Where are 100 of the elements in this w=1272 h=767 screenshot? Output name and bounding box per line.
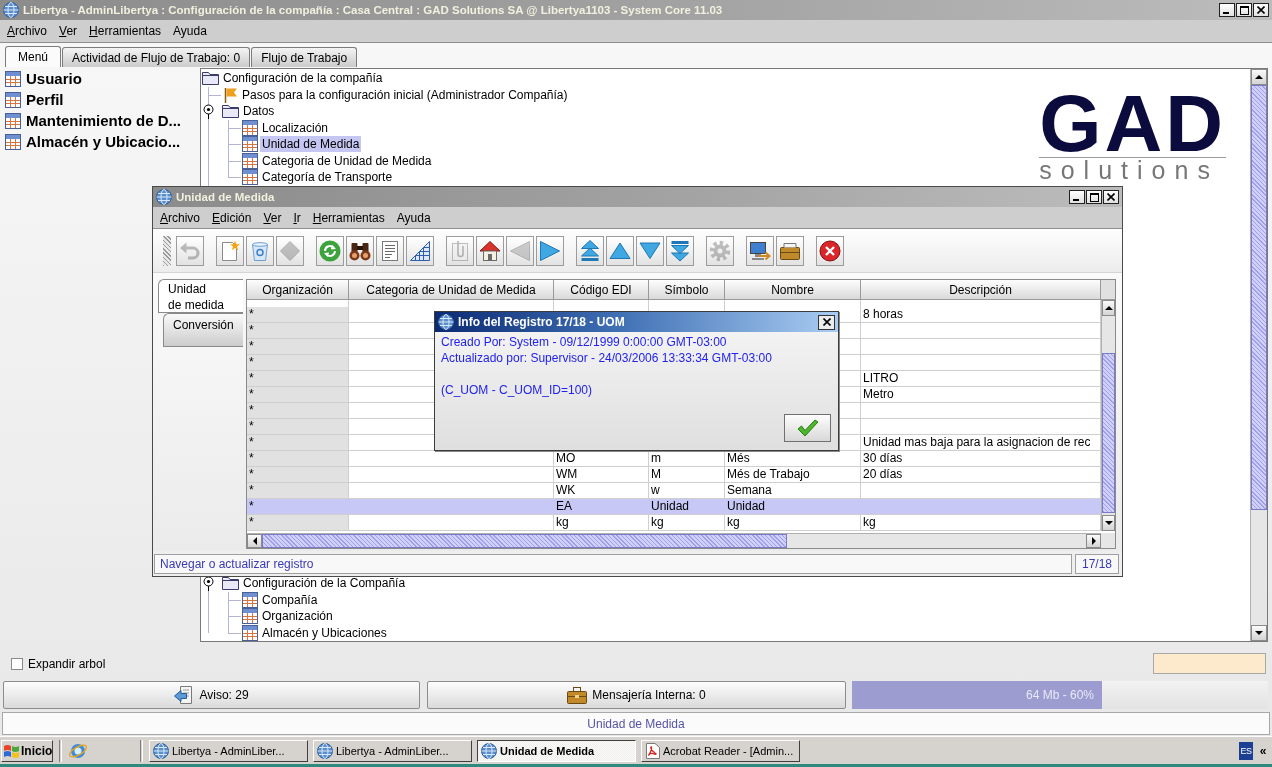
scroll-down-button[interactable]	[1102, 515, 1115, 531]
table-cell-text: Més	[726, 451, 751, 466]
sidebar-item[interactable]: Almacén y Ubicacio...	[0, 131, 181, 152]
menu-item[interactable]: Edición	[206, 210, 258, 225]
audit-text: Creado Por: System - 09/12/1999 0:00:00 GMT-03:00	[441, 334, 727, 350]
paperclip-icon	[449, 239, 471, 262]
up-arrow-icon	[1104, 306, 1113, 310]
taskbar-button[interactable]: Unidad de Medida	[477, 739, 636, 762]
scroll-right-button[interactable]	[1086, 534, 1101, 548]
tree-item[interactable]: Configuración de la compañía	[221, 70, 385, 87]
scrollbar-thumb[interactable]	[262, 534, 787, 548]
table-cell-text: Unidad	[650, 499, 691, 514]
tree-handle-icon[interactable]	[203, 576, 214, 591]
document-star-icon	[219, 239, 241, 262]
toolbar-button[interactable]	[746, 235, 774, 266]
sidebar-item[interactable]: Perfil	[0, 89, 64, 110]
toolbar-button[interactable]	[816, 235, 844, 266]
toolbar-button[interactable]	[776, 235, 804, 266]
maximize-button[interactable]	[1086, 190, 1102, 204]
taskbar-button[interactable]: Libertya - AdminLiber...	[313, 739, 472, 762]
taskbar-button[interactable]: Libertya - AdminLiber...	[149, 739, 308, 762]
column-header[interactable]: Descripción	[861, 280, 1101, 300]
tree-handle-icon[interactable]	[203, 104, 214, 119]
menu-item[interactable]: Ir	[287, 210, 307, 225]
sidebar-item[interactable]: Mantenimiento de D...	[0, 110, 181, 131]
tree-item[interactable]: Datos	[241, 103, 277, 120]
menu-item[interactable]: Ver	[53, 24, 84, 38]
menu-item[interactable]: Herramientas	[83, 24, 168, 38]
column-header[interactable]: Código EDI	[554, 280, 649, 300]
vertical-scrollbar[interactable]	[1101, 300, 1115, 531]
taskbar-button[interactable]: Acrobat Reader - [Admin...	[641, 739, 800, 762]
globe-icon	[317, 742, 333, 759]
horizontal-scrollbar[interactable]	[247, 533, 1101, 548]
globe-icon	[153, 742, 169, 759]
tree-item[interactable]: Localización	[260, 119, 331, 136]
globe-icon	[438, 314, 454, 330]
table-cell-text: *	[248, 499, 255, 514]
menu-item[interactable]: Ver	[257, 210, 288, 225]
double-up-arrow-icon	[579, 239, 601, 262]
scrollbar-corner	[1101, 533, 1115, 548]
tree-item[interactable]: Almacén y Ubicaciones	[260, 624, 389, 641]
right-triangle-icon	[539, 239, 561, 262]
column-header[interactable]: Organización	[247, 280, 349, 300]
notices-button[interactable]: Aviso: 29	[3, 681, 420, 709]
selected-row[interactable]: * EA Unidad Unidad	[247, 499, 1101, 515]
column-header[interactable]: Categoria de Unidad de Medida	[349, 280, 554, 300]
tree-item[interactable]: Categoria de Unidad de Medida	[260, 152, 434, 169]
vertical-scrollbar[interactable]	[1250, 69, 1267, 641]
close-button[interactable]	[1253, 3, 1269, 17]
toolbar-button[interactable]	[346, 235, 374, 266]
tree-item[interactable]: Categoría de Transporte	[260, 169, 395, 186]
tree-item[interactable]: Unidad de Medida	[260, 136, 362, 153]
tab[interactable]: Menú	[5, 46, 62, 67]
table-cell: *	[247, 323, 348, 338]
language-indicator[interactable]: ES	[1239, 741, 1253, 760]
toolbar-button[interactable]	[476, 235, 504, 266]
checkbox[interactable]	[11, 657, 23, 670]
scroll-left-button[interactable]	[247, 534, 262, 548]
tree-item[interactable]: Pasos para la configuración inicial (Administrador Compañía)	[240, 86, 570, 103]
tab[interactable]: Flujo de Trabajo	[251, 47, 358, 67]
close-icon	[822, 318, 831, 326]
column-header[interactable]: Símbolo	[649, 280, 725, 300]
start-button[interactable]: Inicio	[1, 739, 53, 762]
maximize-icon	[1239, 5, 1249, 15]
search-field[interactable]	[1153, 653, 1266, 674]
tab[interactable]: Actividad de Flujo de Trabajo: 0	[62, 47, 251, 67]
ok-button[interactable]	[784, 414, 831, 442]
document-arrow-icon	[174, 686, 195, 704]
toolbar-button[interactable]	[406, 235, 434, 266]
messages-button[interactable]: Mensajería Interna: 0	[427, 681, 846, 709]
menu-item[interactable]: Archivo	[1, 24, 54, 38]
menu-item[interactable]: Ayuda	[390, 210, 437, 225]
sidebar-item[interactable]: Usuario	[0, 68, 82, 89]
scroll-up-button[interactable]	[1102, 300, 1115, 316]
menu-item[interactable]: Ayuda	[167, 24, 213, 38]
tree-item[interactable]: Organización	[260, 608, 335, 625]
scrollbar-thumb[interactable]	[1102, 353, 1115, 513]
column-header[interactable]: Nombre	[725, 280, 861, 300]
tab[interactable]: Conversión	[163, 313, 243, 347]
table-cell-text: M	[650, 467, 662, 482]
minimize-button[interactable]	[1219, 3, 1235, 17]
close-button[interactable]	[1103, 190, 1119, 204]
menu-item[interactable]: Archivo	[154, 210, 207, 225]
maximize-button[interactable]	[1236, 3, 1252, 17]
scrollbar-thumb[interactable]	[1251, 85, 1267, 510]
menu-item[interactable]: Herramientas	[306, 210, 391, 225]
minimize-button[interactable]	[1069, 190, 1085, 204]
toolbar-grip[interactable]	[163, 235, 171, 266]
window-icon	[242, 152, 258, 169]
memory-reading: 64 Mb - 60%	[1026, 688, 1094, 702]
tree-item[interactable]: Compañía	[260, 591, 320, 608]
scroll-down-button[interactable]	[1251, 625, 1267, 641]
close-icon	[1107, 193, 1115, 201]
scroll-up-button[interactable]	[1251, 69, 1267, 85]
close-button[interactable]	[818, 314, 835, 330]
table-cell: *	[247, 371, 348, 386]
wavy-flag-icon	[4, 743, 19, 758]
tab[interactable]: Unidad de medida	[158, 279, 243, 313]
left-triangle-icon	[509, 239, 531, 262]
tree-item[interactable]: Configuración de la Compañía	[241, 575, 408, 592]
